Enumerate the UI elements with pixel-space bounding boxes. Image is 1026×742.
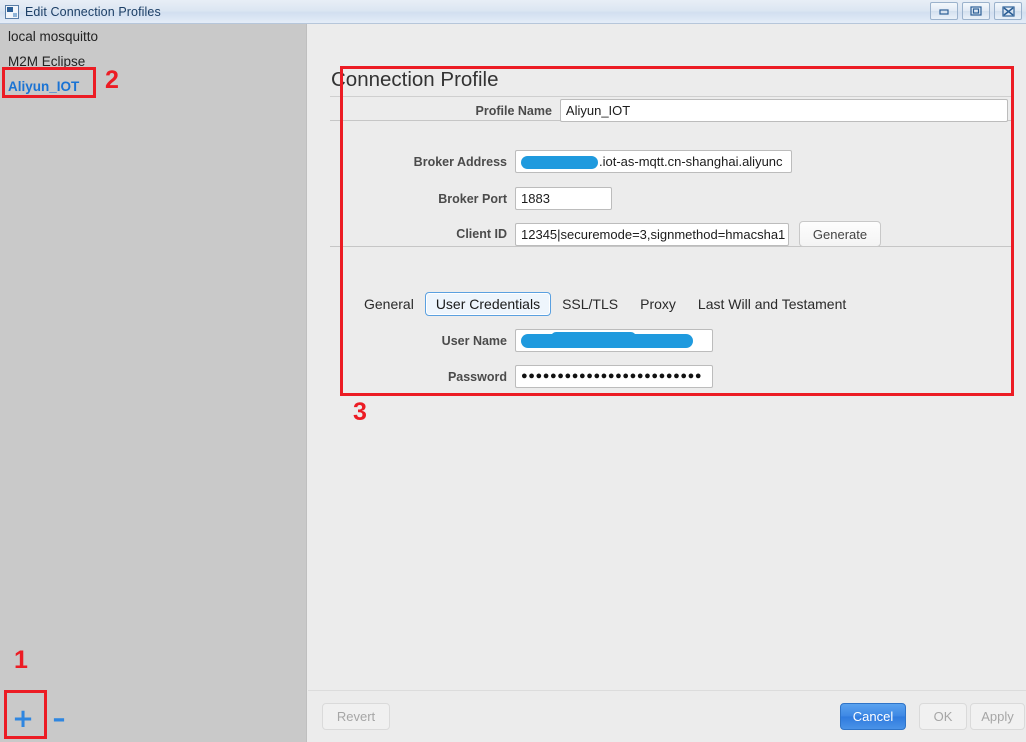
password-input[interactable]: ●●●●●●●●●●●●●●●●●●●●●●●●●: [515, 365, 713, 388]
close-icon[interactable]: [994, 2, 1022, 20]
redaction-overlay: [521, 156, 598, 169]
sidebar-toolbar: + –: [0, 696, 307, 742]
page-title: Connection Profile: [331, 68, 499, 91]
redaction-overlay: [551, 332, 636, 342]
profile-item-label: local mosquitto: [8, 29, 99, 44]
profiles-sidebar: local mosquitto M2M Eclipse Aliyun_IOT +…: [0, 24, 307, 742]
add-profile-button[interactable]: +: [7, 703, 39, 735]
settings-tab-bar: General User Credentials SSL/TLS Proxy L…: [353, 292, 857, 316]
title-divider: [330, 96, 1014, 97]
password-label: Password: [447, 369, 507, 384]
client-id-label: Client ID: [456, 227, 507, 241]
selected-profile-item[interactable]: Aliyun_IOT: [0, 74, 306, 99]
list-item[interactable]: local mosquitto: [0, 24, 306, 49]
dialog-footer: Revert Cancel OK Apply: [308, 690, 1026, 742]
profile-name-input[interactable]: Aliyun_IOT: [559, 99, 1008, 122]
broker-address-input[interactable]: .iot-as-mqtt.cn-shanghai.aliyunc: [515, 150, 792, 173]
profile-name-label: Profile Name: [475, 103, 552, 118]
app-icon: [5, 4, 19, 19]
tab-last-will-and-testament[interactable]: Last Will and Testament: [687, 292, 857, 316]
user-name-row: User Name: [308, 329, 1008, 352]
tab-ssl-tls[interactable]: SSL/TLS: [551, 292, 629, 316]
minimize-icon[interactable]: [930, 2, 958, 20]
connection-profile-panel: Connection Profile Profile Name Aliyun_I…: [308, 24, 1026, 742]
client-id-input[interactable]: 12345|securemode=3,signmethod=hmacsha1: [515, 222, 789, 246]
profile-item-label: M2M Eclipse: [8, 54, 86, 69]
user-name-label: User Name: [441, 333, 507, 348]
client-id-row: Client ID 12345|securemode=3,signmethod=…: [308, 221, 1008, 247]
generate-button[interactable]: Generate: [799, 221, 881, 247]
broker-port-input[interactable]: 1883: [515, 187, 612, 210]
ok-button[interactable]: OK: [919, 703, 967, 730]
window-title-bar: Edit Connection Profiles: [0, 0, 1026, 24]
cancel-button[interactable]: Cancel: [840, 703, 906, 730]
broker-address-value: .iot-as-mqtt.cn-shanghai.aliyunc: [599, 154, 783, 169]
window-controls: [930, 2, 1022, 20]
revert-button[interactable]: Revert: [322, 703, 390, 730]
list-item[interactable]: M2M Eclipse: [0, 49, 306, 74]
apply-button[interactable]: Apply: [970, 703, 1025, 730]
broker-address-label: Broker Address: [413, 154, 507, 169]
password-row: Password ●●●●●●●●●●●●●●●●●●●●●●●●●: [308, 365, 1008, 388]
broker-address-row: Broker Address .iot-as-mqtt.cn-shanghai.…: [308, 150, 1008, 173]
broker-port-label: Broker Port: [438, 191, 507, 206]
remove-profile-button[interactable]: –: [43, 703, 75, 735]
tab-user-credentials[interactable]: User Credentials: [424, 292, 552, 316]
profile-item-label: Aliyun_IOT: [8, 79, 80, 94]
minus-icon: –: [52, 704, 66, 734]
user-name-input[interactable]: [515, 329, 713, 352]
tab-proxy[interactable]: Proxy: [629, 292, 687, 316]
profile-name-row: Profile Name Aliyun_IOT: [308, 99, 1008, 122]
maximize-icon[interactable]: [962, 2, 990, 20]
profile-list: local mosquitto M2M Eclipse Aliyun_IOT: [0, 24, 306, 99]
window-title: Edit Connection Profiles: [25, 4, 161, 19]
broker-port-row: Broker Port 1883: [308, 187, 1008, 210]
tab-general[interactable]: General: [353, 292, 425, 316]
plus-icon: +: [12, 704, 34, 734]
